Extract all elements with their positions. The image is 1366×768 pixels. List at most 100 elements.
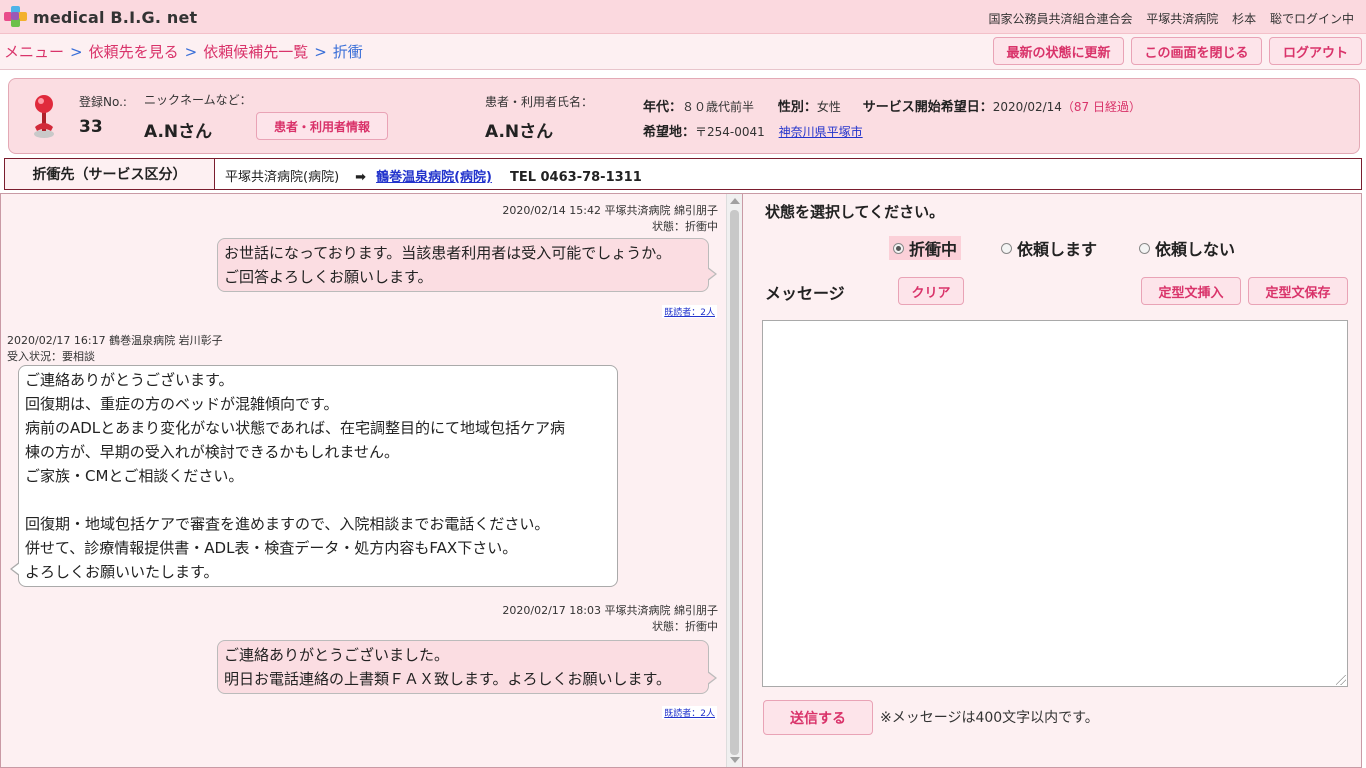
breadcrumb-separator: > <box>184 43 198 61</box>
scroll-down-icon[interactable] <box>730 757 740 763</box>
readers-link[interactable]: 既読者：2人 <box>662 706 717 719</box>
bubble-tail <box>707 267 717 281</box>
message-line: 明日お電話連絡の上書類ＦＡＸ致します。よろしくお願いします。 <box>224 670 672 688</box>
status-radio-negotiating[interactable]: 折衝中 <box>889 236 962 260</box>
reply-panel: 状態を選択してください。 折衝中 依頼します 依頼しない メッセージ クリア 定… <box>743 193 1362 768</box>
facility-tel: TEL 0463-78-1311 <box>509 170 642 185</box>
message-bubble: お世話になっております。当該患者利用者は受入可能でしょうか。 ご回答よろしくお願… <box>217 238 717 292</box>
breadcrumb-candidates[interactable]: 依頼候補先一覧 <box>203 43 308 61</box>
message-line: ご連絡ありがとうございます。 <box>25 371 234 389</box>
resize-grip-icon[interactable] <box>1336 675 1346 685</box>
patient-panel: 登録No.: 33 ニックネームなど： A.Nさん 患者・利用者情報 患者・利用… <box>8 78 1360 154</box>
pushpin-icon <box>34 95 54 138</box>
start-date: 2020/02/14 <box>992 100 1062 114</box>
message-line: 病前のADLとあまり変化がない状態であれば、在宅調整目的にて地域包括ケア病 <box>25 419 566 437</box>
user-name: 杉本 <box>1232 12 1257 26</box>
sex-label: 性別： <box>777 100 817 115</box>
radio-label: 依頼します <box>1017 240 1098 259</box>
status-prompt: 状態を選択してください。 <box>765 203 945 221</box>
insert-template-button[interactable]: 定型文挿入 <box>1141 277 1241 305</box>
patient-info-button[interactable]: 患者・利用者情報 <box>256 112 388 140</box>
start-date-label: サービス開始希望日： <box>862 100 993 115</box>
send-button[interactable]: 送信する <box>763 700 873 735</box>
message-label: メッセージ <box>765 284 845 303</box>
elapsed-days: （87 日経過） <box>1061 100 1141 114</box>
message-bubble: ご連絡ありがとうございます。 回復期は、重症の方のベッドが混雑傾向です。 病前の… <box>10 365 618 587</box>
message-line: 回復期は、重症の方のベッドが混雑傾向です。 <box>25 395 339 413</box>
readers-link[interactable]: 既読者：2人 <box>662 305 717 318</box>
message-meta: 2020/02/17 18:03 平塚共済病院 綿引朋子 <box>502 604 718 617</box>
patient-attributes: 年代：８０歳代前半 性別：女性 サービス開始希望日：2020/02/14（87 … <box>643 96 1141 115</box>
message-line: ご家族・CMとご相談ください。 <box>25 467 244 485</box>
nickname: A.Nさん <box>144 122 213 142</box>
clear-button[interactable]: クリア <box>898 277 964 305</box>
message-line: お世話になっております。当該患者利用者は受入可能でしょうか。 <box>224 244 672 262</box>
place-link[interactable]: 神奈川県平塚市 <box>779 125 863 139</box>
app-header: medical B.I.G. net 国家公務員共済組合連合会 平塚共済病院 杉… <box>0 0 1366 34</box>
logo[interactable]: medical B.I.G. net <box>4 6 197 28</box>
message-meta: 2020/02/14 15:42 平塚共済病院 綿引朋子 <box>502 204 718 217</box>
radio-icon <box>1139 242 1150 254</box>
breadcrumb-separator: > <box>314 43 327 61</box>
patient-name: A.Nさん <box>485 122 554 142</box>
message-line: 回復期・地域包括ケアで審査を進めますので、入院相談までお電話ください。 <box>25 515 550 533</box>
nickname-label: ニックネームなど： <box>144 93 252 107</box>
nav-bar: メニュー > 依頼先を見る > 依頼候補先一覧 > 折衝 最新の状態に更新 この画面を閉じる… <box>0 34 1366 70</box>
bubble-tail <box>10 562 20 576</box>
arrow-right-icon: ➡ <box>355 170 367 185</box>
message-meta: 2020/02/17 16:17 鶴巻温泉病院 岩川彰子 <box>7 334 223 347</box>
age-label: 年代： <box>643 100 683 115</box>
status-radio-request[interactable]: 依頼します <box>997 236 1101 260</box>
message-status: 状態：折衝中 <box>652 620 718 633</box>
bubble-tail <box>707 671 717 685</box>
login-status: 聡でログイン中 <box>1269 12 1354 26</box>
breadcrumb-current: 折衝 <box>332 43 363 61</box>
radio-selected-icon <box>893 242 904 254</box>
message-line <box>25 488 611 512</box>
to-facility-link[interactable]: 鶴巻温泉病院(病院) <box>376 170 492 185</box>
save-template-button[interactable]: 定型文保存 <box>1248 277 1348 305</box>
scroll-thumb[interactable] <box>730 210 739 755</box>
desired-location: 希望地：〒254-0041 神奈川県平塚市 <box>643 121 863 140</box>
breadcrumb-separator: > <box>70 43 83 61</box>
reg-no: 33 <box>79 117 103 137</box>
message-line: 併せて、診療情報提供書・ADL表・検査データ・処方内容もFAX下さい。 <box>25 539 518 557</box>
message-status: 状態：折衝中 <box>652 220 718 233</box>
sex-value: 女性 <box>816 100 841 114</box>
negotiation-label: 折衝先（サービス区分） <box>5 159 215 189</box>
radio-icon <box>1001 242 1012 254</box>
breadcrumb-menu[interactable]: メニュー <box>4 43 64 61</box>
postal-code: 〒254-0041 <box>695 125 765 139</box>
negotiation-row: 折衝先（サービス区分） 平塚共済病院(病院) ➡ 鶴巻温泉病院(病院) TEL 046… <box>4 158 1362 190</box>
chat-scrollbar[interactable] <box>726 194 742 767</box>
from-facility: 平塚共済病院(病院) <box>225 170 340 185</box>
patient-name-label: 患者・利用者氏名： <box>485 95 594 109</box>
message-status: 受入状況：要相談 <box>7 350 95 363</box>
message-textarea[interactable] <box>762 320 1348 687</box>
message-line: ご回答よろしくお願いします。 <box>224 268 433 286</box>
reg-no-label: 登録No.: <box>79 95 127 109</box>
login-info: 国家公務員共済組合連合会 平塚共済病院 杉本 聡でログイン中 <box>978 10 1354 27</box>
close-screen-button[interactable]: この画面を閉じる <box>1131 37 1262 65</box>
radio-label: 折衝中 <box>909 240 958 259</box>
refresh-button[interactable]: 最新の状態に更新 <box>993 37 1124 65</box>
message-line: よろしくお願いいたします。 <box>25 563 219 581</box>
message-bubble: ご連絡ありがとうございました。 明日お電話連絡の上書類ＦＡＸ致します。よろしくお… <box>217 640 717 694</box>
status-radio-decline[interactable]: 依頼しない <box>1135 236 1239 260</box>
radio-label: 依頼しない <box>1155 240 1236 259</box>
negotiation-route: 平塚共済病院(病院) ➡ 鶴巻温泉病院(病院) TEL 0463-78-1311 <box>225 166 642 185</box>
org-name: 国家公務員共済組合連合会 <box>988 12 1133 26</box>
logo-text: medical B.I.G. net <box>33 7 198 27</box>
message-thread[interactable]: 2020/02/14 15:42 平塚共済病院 綿引朋子 状態：折衝中 お世話に… <box>0 193 743 768</box>
breadcrumb-requests[interactable]: 依頼先を見る <box>89 43 179 61</box>
puzzle-logo-icon <box>4 6 28 28</box>
hospital-name: 平塚共済病院 <box>1146 12 1219 26</box>
logout-button[interactable]: ログアウト <box>1269 37 1362 65</box>
length-note: ※メッセージは400文字以内です。 <box>880 710 1099 726</box>
message-line: 棟の方が、早期の受入れが検討できるかもしれません。 <box>25 443 399 461</box>
breadcrumb: メニュー > 依頼先を見る > 依頼候補先一覧 > 折衝 <box>4 41 363 62</box>
place-label: 希望地： <box>643 125 696 140</box>
message-line: ご連絡ありがとうございました。 <box>224 646 450 664</box>
scroll-up-icon[interactable] <box>730 198 740 204</box>
age-value: ８０歳代前半 <box>682 100 755 114</box>
